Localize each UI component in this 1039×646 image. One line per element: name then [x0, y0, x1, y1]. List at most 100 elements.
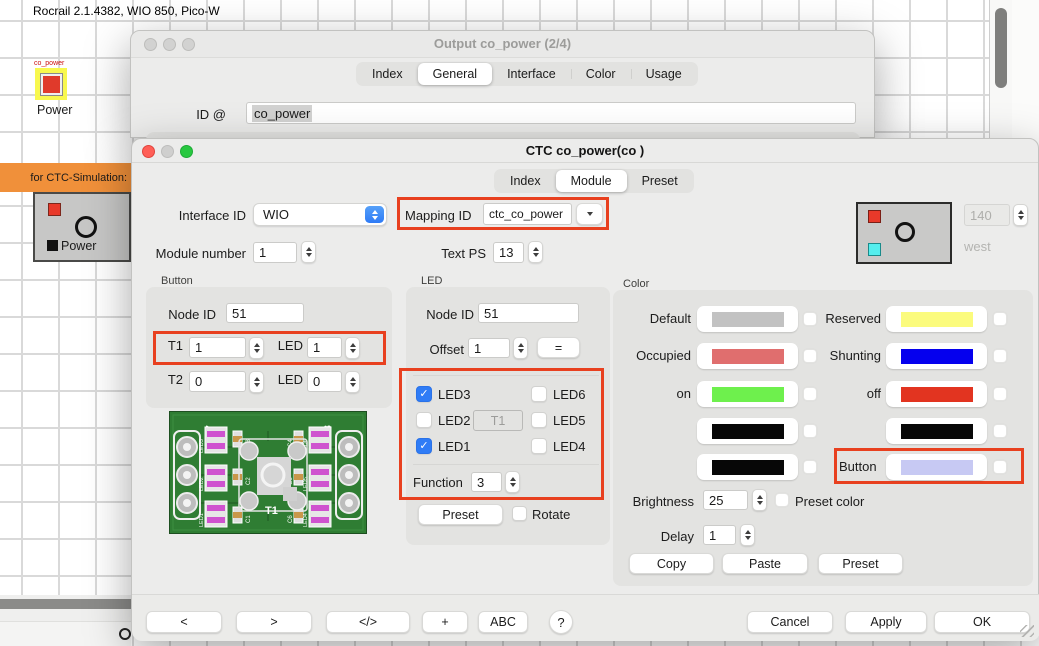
t2-led-stepper[interactable] — [345, 371, 360, 393]
tab-usage[interactable]: Usage — [631, 63, 697, 85]
brightness-stepper[interactable] — [752, 489, 767, 511]
function-stepper[interactable] — [505, 471, 520, 493]
t1-label: T1 — [159, 338, 183, 353]
id-input[interactable]: co_power — [246, 102, 856, 124]
svg-text:LED5: LED5 — [303, 477, 309, 491]
color-occupied-swatch[interactable] — [697, 343, 798, 369]
t1-led-input[interactable]: 1 — [307, 337, 342, 358]
pcb-leds-left — [205, 427, 227, 527]
rotate-checkbox[interactable] — [512, 506, 527, 521]
clock-icon — [119, 628, 131, 640]
t1-led-stepper[interactable] — [345, 337, 360, 359]
tab-general[interactable]: General — [418, 63, 492, 85]
output-dialog-titlebar[interactable]: Output co_power (2/4) — [131, 31, 874, 58]
mapping-id-dropdown-button[interactable] — [576, 203, 603, 225]
plan-ctc-widget[interactable]: Power — [33, 192, 131, 262]
text-ps-stepper[interactable] — [528, 241, 543, 263]
tab-preset[interactable]: Preset — [627, 170, 693, 192]
svg-text:LED4: LED4 — [303, 513, 309, 527]
preset-color-label: Preset color — [795, 494, 864, 509]
led-group-title: LED — [421, 275, 442, 287]
color-button-swatch[interactable] — [886, 454, 987, 480]
module-number-stepper[interactable] — [301, 241, 316, 263]
color-off-swatch[interactable] — [886, 381, 987, 407]
led2-checkbox[interactable] — [416, 412, 432, 428]
delay-stepper[interactable] — [740, 524, 755, 546]
preview-cyan-square — [868, 243, 881, 256]
led1-checkbox[interactable] — [416, 438, 432, 454]
ctc-dialog-titlebar[interactable]: CTC co_power(co ) — [132, 139, 1038, 163]
color-shunting-checkbox[interactable] — [993, 349, 1007, 363]
led-preset-button[interactable]: Preset — [418, 504, 503, 525]
tab-interface[interactable]: Interface — [492, 63, 571, 85]
color-extra2-swatch[interactable] — [886, 418, 987, 444]
button-node-id-input[interactable]: 51 — [226, 303, 304, 323]
t2-led-input[interactable]: 0 — [307, 371, 342, 392]
led-node-id-label: Node ID — [412, 307, 474, 322]
t2-stepper[interactable] — [249, 371, 264, 393]
preset-color-checkbox[interactable] — [775, 493, 789, 507]
prev-button[interactable]: < — [146, 611, 222, 633]
offset-input[interactable]: 1 — [468, 338, 510, 358]
color-preset-button[interactable]: Preset — [818, 553, 903, 574]
interface-id-select[interactable]: WIO — [253, 203, 387, 226]
next-button[interactable]: > — [236, 611, 312, 633]
add-button[interactable]: + — [422, 611, 468, 633]
function-input[interactable]: 3 — [471, 472, 502, 492]
module-number-input[interactable]: 1 — [253, 242, 297, 263]
ctc-button-circle[interactable] — [75, 216, 97, 238]
horizontal-scrollbar[interactable] — [0, 599, 131, 609]
brightness-input[interactable]: 25 — [703, 490, 748, 510]
color-extra3-swatch[interactable] — [697, 454, 798, 480]
led6-checkbox[interactable] — [531, 386, 547, 402]
color-reserved-checkbox[interactable] — [993, 312, 1007, 326]
vertical-scrollbar-thumb[interactable] — [995, 8, 1007, 88]
tab-index[interactable]: Index — [495, 170, 556, 192]
text-ps-input[interactable]: 13 — [493, 242, 524, 263]
color-extra1-swatch[interactable] — [697, 418, 798, 444]
xml-button[interactable]: </> — [326, 611, 410, 633]
ok-button[interactable]: OK — [934, 611, 1030, 633]
t1-stepper[interactable] — [249, 337, 264, 359]
copy-button[interactable]: Copy — [629, 553, 714, 574]
module-number-label: Module number — [142, 246, 246, 261]
paste-button[interactable]: Paste — [722, 553, 808, 574]
offset-stepper[interactable] — [513, 337, 528, 359]
led5-checkbox[interactable] — [531, 412, 547, 428]
abc-button[interactable]: ABC — [478, 611, 528, 633]
color-off-checkbox[interactable] — [993, 387, 1007, 401]
led4-checkbox[interactable] — [531, 438, 547, 454]
pcb-t1-label: T1 — [265, 505, 278, 517]
tab-color[interactable]: Color — [571, 63, 631, 85]
apply-button[interactable]: Apply — [845, 611, 927, 633]
color-button-checkbox[interactable] — [993, 460, 1007, 474]
mapping-id-input[interactable]: ctc_co_power — [483, 203, 572, 225]
t2-input[interactable]: 0 — [189, 371, 246, 392]
cancel-button[interactable]: Cancel — [747, 611, 833, 633]
help-button[interactable]: ? — [549, 610, 573, 634]
resize-grip[interactable] — [1020, 625, 1034, 637]
color-extra3-checkbox[interactable] — [803, 460, 817, 474]
t1-led-label: LED — [273, 338, 303, 353]
color-shunting-swatch[interactable] — [886, 343, 987, 369]
color-extra2-checkbox[interactable] — [993, 424, 1007, 438]
color-reserved-label: Reserved — [801, 311, 881, 326]
preview-value-stepper[interactable] — [1013, 204, 1028, 226]
led3-checkbox[interactable] — [416, 386, 432, 402]
ctc-widget-caption: Power — [61, 239, 96, 253]
plan-output-symbol[interactable] — [35, 68, 67, 100]
color-default-swatch[interactable] — [697, 306, 798, 332]
t1-input[interactable]: 1 — [189, 337, 246, 358]
color-extra1-checkbox[interactable] — [803, 424, 817, 438]
delay-input[interactable]: 1 — [703, 525, 736, 545]
output-dialog: Output co_power (2/4) Index General Inte… — [130, 30, 875, 138]
tab-index[interactable]: Index — [357, 63, 418, 85]
brightness-label: Brightness — [613, 494, 694, 509]
led-node-id-input[interactable]: 51 — [478, 303, 579, 323]
tab-module[interactable]: Module — [556, 170, 627, 192]
color-on-swatch[interactable] — [697, 381, 798, 407]
equals-button[interactable]: = — [537, 337, 580, 358]
led5-label: LED5 — [553, 413, 586, 428]
vertical-scrollbar-track[interactable] — [989, 0, 1012, 146]
color-reserved-swatch[interactable] — [886, 306, 987, 332]
